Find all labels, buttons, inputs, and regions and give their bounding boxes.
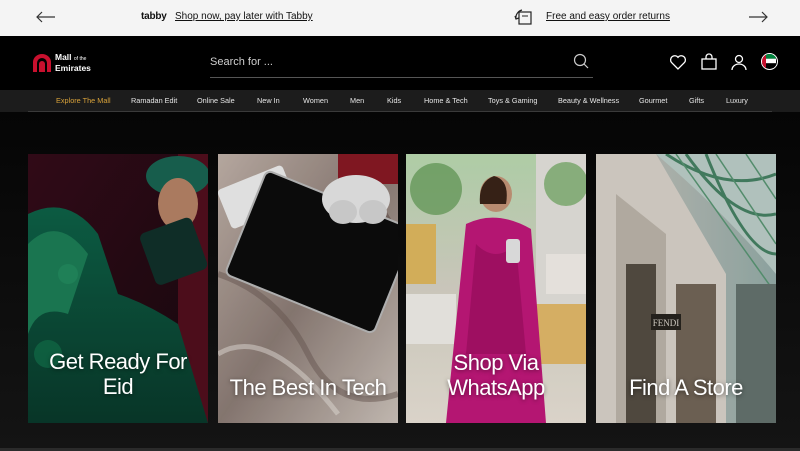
nav-item-online-sale[interactable]: Online Sale	[197, 96, 235, 105]
promo-card-tech[interactable]: The Best In Tech	[218, 154, 398, 423]
heart-icon[interactable]	[669, 53, 687, 71]
nav-item-ramadan-edit[interactable]: Ramadan Edit	[131, 96, 177, 105]
promo-strip: tabby Shop now, pay later with Tabby Fre…	[0, 0, 800, 36]
arrow-left-icon[interactable]	[34, 9, 58, 25]
nav-item-men[interactable]: Men	[350, 96, 364, 105]
card-title-whatsapp: Shop Via WhatsApp	[447, 350, 545, 400]
nav-item-women[interactable]: Women	[303, 96, 328, 105]
nav-item-toys-gaming[interactable]: Toys & Gaming	[488, 96, 537, 105]
nav-item-home-tech[interactable]: Home & Tech	[424, 96, 468, 105]
mall-logo-mark-icon	[33, 54, 51, 72]
promo-card-find-store[interactable]: FENDI Find A Store	[596, 154, 776, 423]
returns-link[interactable]: Free and easy order returns	[546, 11, 670, 22]
uae-flag-icon[interactable]	[761, 53, 778, 70]
search-icon[interactable]	[573, 53, 589, 69]
nav-item-gourmet[interactable]: Gourmet	[639, 96, 667, 105]
tabby-link[interactable]: Shop now, pay later with Tabby	[175, 11, 313, 22]
promo-card-eid[interactable]: Get Ready For Eid	[28, 154, 208, 423]
nav-item-gifts[interactable]: Gifts	[689, 96, 704, 105]
search-input[interactable]	[210, 56, 550, 68]
nav-item-new-in[interactable]: New In	[257, 96, 280, 105]
tabby-logo: tabby	[141, 11, 167, 22]
card-title-find-store: Find A Store	[629, 375, 743, 400]
nav-item-explore-the-mall[interactable]: Explore The Mall	[56, 96, 111, 105]
card-title-tech: The Best In Tech	[229, 375, 387, 400]
mall-logo[interactable]: Mall of the Emirates	[32, 53, 91, 73]
card-title-eid: Get Ready For Eid	[49, 349, 187, 399]
returns-box-icon	[514, 9, 532, 25]
nav-item-luxury[interactable]: Luxury	[726, 96, 748, 105]
main-nav: Explore The Mall Ramadan Edit Online Sal…	[0, 90, 800, 112]
bag-icon[interactable]	[700, 53, 718, 71]
search-bar	[210, 48, 593, 78]
logo-wordmark: Mall of the Emirates	[55, 52, 91, 73]
site-header: Mall of the Emirates	[0, 36, 800, 90]
arrow-right-icon[interactable]	[746, 9, 770, 25]
user-icon[interactable]	[730, 53, 748, 71]
nav-item-kids[interactable]: Kids	[387, 96, 401, 105]
nav-item-beauty-wellness[interactable]: Beauty & Wellness	[558, 96, 619, 105]
promo-card-whatsapp[interactable]: Shop Via WhatsApp	[406, 154, 586, 423]
